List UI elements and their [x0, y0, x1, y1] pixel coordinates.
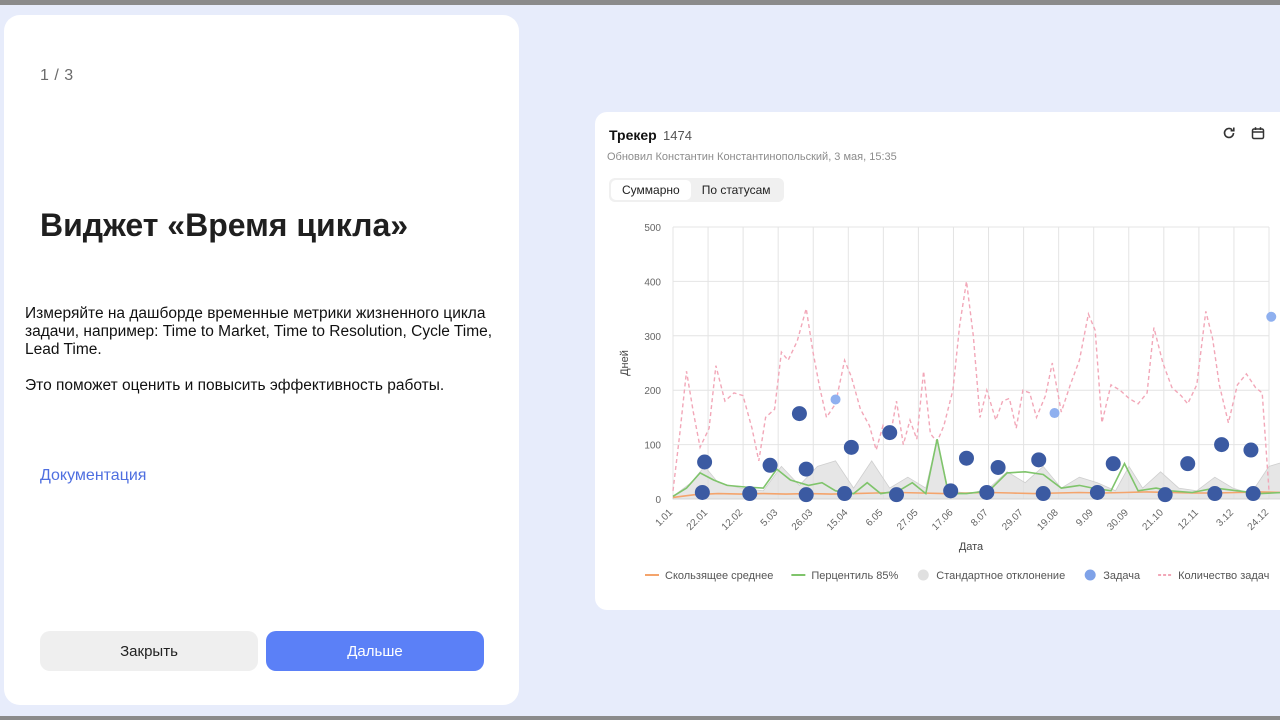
task-point	[694, 484, 710, 500]
x-tick-label: 6.05	[864, 507, 886, 529]
task-point	[1105, 456, 1121, 472]
x-tick-label: 17.06	[930, 507, 956, 533]
task-point	[1089, 484, 1105, 500]
window-frame-top	[0, 0, 1280, 5]
close-button[interactable]: Закрыть	[40, 631, 258, 671]
task-point	[958, 450, 974, 466]
task-point	[798, 461, 814, 477]
legend-label: Стандартное отклонение	[936, 570, 1065, 582]
task-point	[1245, 486, 1261, 502]
description-paragraph: Это поможет оценить и повысить эффективн…	[25, 377, 445, 394]
x-tick-label: 19.08	[1035, 507, 1061, 533]
legend-label: Задача	[1103, 570, 1141, 582]
task-point-light	[1049, 408, 1060, 419]
task-point	[943, 483, 959, 499]
y-axis-title: Дней	[619, 350, 631, 376]
y-tick-label: 100	[644, 441, 661, 452]
task-point	[762, 457, 778, 473]
task-point	[798, 487, 814, 503]
legend-label: Перцентиль 85%	[811, 570, 898, 582]
y-tick-label: 300	[644, 332, 661, 343]
task-point-light	[1266, 311, 1277, 322]
x-tick-label: 30.09	[1105, 507, 1131, 533]
x-tick-label: 15.04	[825, 507, 851, 533]
cycle-time-widget: Трекер 1474 Обновил Константин Константи…	[595, 112, 1280, 610]
x-tick-label: 29.07	[1000, 507, 1026, 533]
y-tick-label: 200	[644, 386, 661, 397]
task-point	[1243, 442, 1259, 458]
x-axis-title: Дата	[959, 541, 984, 553]
x-tick-label: 27.05	[895, 507, 921, 533]
legend-marker	[1084, 569, 1096, 581]
task-point	[1157, 487, 1173, 503]
x-tick-label: 9.09	[1074, 507, 1096, 529]
task-point	[742, 486, 758, 502]
x-tick-label: 12.11	[1176, 507, 1201, 532]
documentation-link[interactable]: Документация	[40, 467, 146, 485]
cycle-time-chart: 0 100 200 300 400 500 1.01 22.01 12.02 5.03 26.03 1…	[619, 223, 1280, 582]
x-tick-label: 26.03	[790, 507, 816, 533]
legend-label: Скользящее среднее	[665, 570, 773, 582]
legend-marker	[917, 569, 929, 581]
task-point	[990, 459, 1006, 475]
description-paragraph: Измеряйте на дашборде временные метрики …	[25, 305, 493, 358]
y-tick-label: 500	[644, 223, 661, 234]
x-tick-label: 1.01	[654, 507, 676, 529]
step-indicator: 1 / 3	[40, 67, 74, 84]
modal-title: Виджет «Время цикла»	[40, 207, 409, 243]
task-point	[1180, 456, 1196, 472]
modal-description: Измеряйте на дашборде временные метрики …	[25, 305, 505, 395]
task-point	[979, 484, 995, 500]
next-button[interactable]: Дальше	[266, 631, 484, 671]
x-tick-label: 12.02	[720, 507, 746, 533]
x-tick-label: 3.12	[1215, 507, 1237, 529]
task-point	[791, 406, 807, 422]
legend-label: Количество задач	[1178, 570, 1269, 582]
y-tick-label: 0	[655, 495, 661, 506]
task-point	[697, 454, 713, 470]
x-tick-label: 8.07	[969, 507, 991, 529]
task-point	[882, 425, 898, 441]
task-point	[1207, 486, 1223, 502]
task-point	[1214, 437, 1230, 453]
x-tick-label: 24.12	[1246, 507, 1272, 533]
task-point	[843, 439, 859, 455]
x-tick-label: 21.10	[1140, 507, 1166, 533]
task-point	[1031, 452, 1047, 468]
onboarding-modal: 1 / 3 Виджет «Время цикла» Измеряйте на …	[4, 15, 519, 705]
task-point	[1035, 486, 1051, 502]
task-point	[837, 486, 853, 502]
task-point-light	[830, 394, 841, 405]
y-tick-label: 400	[644, 277, 661, 288]
x-tick-label: 5.03	[759, 507, 781, 529]
task-point	[889, 487, 904, 503]
window-frame-bottom	[0, 716, 1280, 720]
series-std-deviation-area	[672, 439, 1280, 500]
x-tick-label: 22.01	[685, 507, 711, 533]
